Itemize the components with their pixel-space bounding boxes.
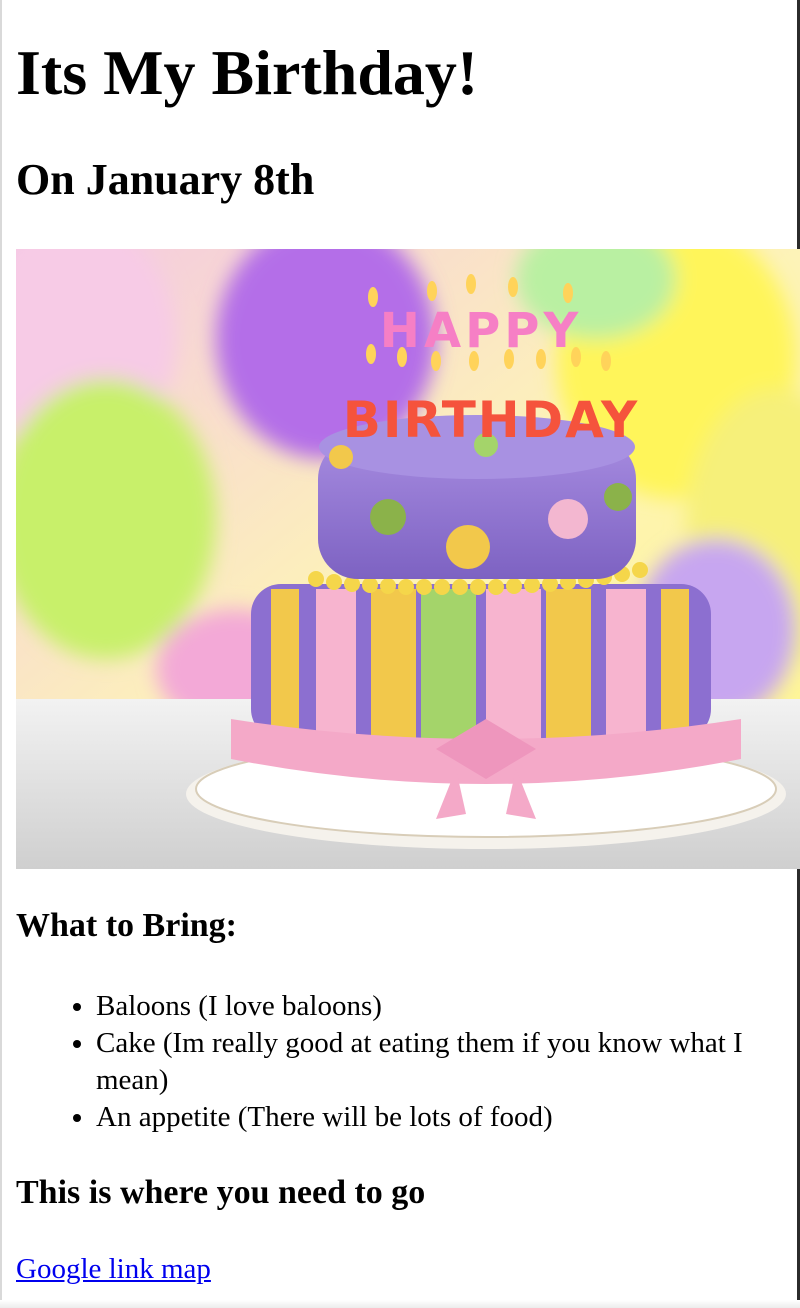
what-to-bring-heading: What to Bring: — [16, 907, 237, 944]
page-title: Its My Birthday! — [16, 37, 479, 108]
google-map-link[interactable]: Google link map — [16, 1253, 211, 1286]
list-item: Baloons (I love baloons) — [96, 988, 800, 1025]
list-item: Cake (Im really good at eating them if y… — [96, 1025, 800, 1099]
list-item: An appetite (There will be lots of food) — [96, 1099, 800, 1136]
directions-heading: This is where you need to go — [16, 1174, 426, 1211]
date-subtitle: On January 8th — [16, 155, 315, 204]
svg-text:HAPPY: HAPPY — [380, 303, 582, 359]
birthday-cake-image: HAPPY BIRTHDAY — [16, 249, 800, 869]
window-left-border — [0, 0, 2, 1308]
window-bottom-edge — [0, 1300, 800, 1308]
bring-list: Baloons (I love baloons) Cake (Im really… — [16, 988, 800, 1136]
svg-text:BIRTHDAY: BIRTHDAY — [343, 391, 640, 449]
